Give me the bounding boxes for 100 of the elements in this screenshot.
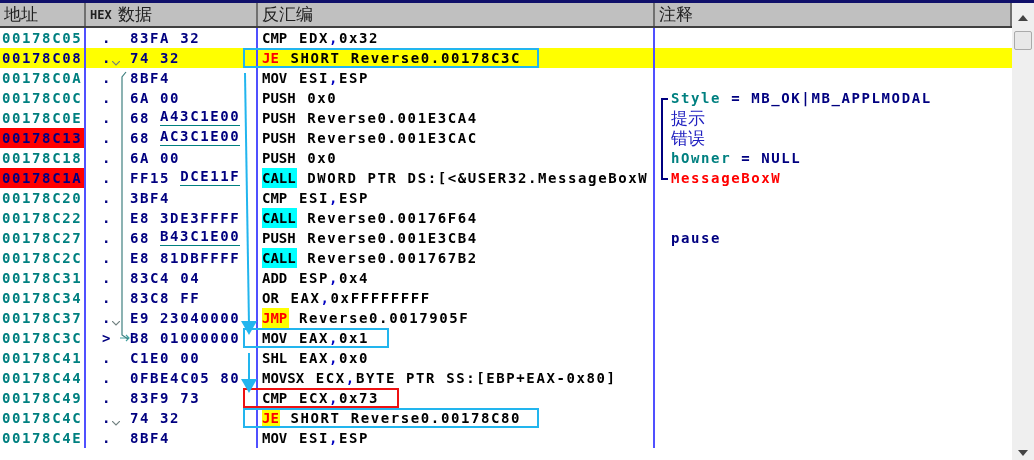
hex-bytes: 6A 00: [130, 149, 181, 168]
mnemonic: JE: [262, 49, 280, 68]
address-cell: 00178C27: [0, 228, 86, 248]
operands: SHORT Reverse0.00178C3C: [290, 49, 522, 68]
hex-bytes: 3BF4: [130, 189, 171, 208]
code-row[interactable]: 00178C49 . 83F9 73 CMP ECX,0x73: [0, 388, 1012, 408]
address-cell: 00178C49: [0, 388, 86, 408]
code-row[interactable]: 00178C4C . 74 32 JE SHORT Reverse0.00178C80: [0, 408, 1012, 428]
operands: Reverse0.001E3CB4: [307, 229, 478, 248]
comment-text: 提示: [671, 108, 705, 128]
jump-marker: .: [86, 408, 130, 428]
hex-bytes: C1E0 00: [130, 349, 201, 368]
code-row[interactable]: 00178C22 . E8 3DE3FFFF CALL Reverse0.00176F64: [0, 208, 1012, 228]
code-row[interactable]: 00178C1A . FF15 DCE11F CALL DWORD PTR DS:[<&USER32.MessageBoxW MessageBoxW: [0, 168, 1012, 188]
mnemonic: PUSH: [262, 129, 297, 148]
jump-marker: >: [86, 328, 130, 348]
comment-text: pause: [671, 229, 722, 248]
hex-bytes: B8 01000000: [130, 329, 241, 348]
column-title[interactable]: 地址: [4, 3, 38, 26]
jump-marker: .: [86, 308, 130, 328]
operands: 0x0: [307, 89, 338, 108]
mnemonic: MOVSX: [262, 369, 306, 388]
mnemonic: PUSH: [262, 149, 297, 168]
hex-bytes: E8 81DBFFFF: [130, 249, 241, 268]
jump-marker: .: [101, 389, 114, 408]
jump-marker: .: [101, 89, 114, 108]
jump-marker: .: [86, 48, 130, 68]
column-title[interactable]: 反汇编: [262, 3, 313, 26]
hex-bytes: E8 3DE3FFFF: [130, 209, 241, 228]
scroll-thumb[interactable]: [1014, 31, 1032, 50]
mnemonic: CMP: [262, 29, 289, 48]
mnemonic: MOV: [262, 329, 289, 348]
hex-bytes: 68: [130, 229, 151, 248]
code-row[interactable]: 00178C13 . 68 AC3C1E00 PUSH Reverse0.001E3CAC 错误: [0, 128, 1012, 148]
code-row[interactable]: 00178C41 . C1E0 00 SHL EAX,0x0: [0, 348, 1012, 368]
address-cell: 00178C44: [0, 368, 86, 388]
address-cell: 00178C20: [0, 188, 86, 208]
operands: ECX,BYTE PTR SS:[EBP+EAX-0x80]: [315, 369, 617, 388]
code-row[interactable]: 00178C3C > B8 01000000 MOV EAX,0x1: [0, 328, 1012, 348]
column-title[interactable]: 数据: [117, 3, 152, 26]
jump-marker: .: [101, 209, 114, 228]
operands: ESI,ESP: [298, 69, 370, 88]
code-row[interactable]: 00178C4E . 8BF4 MOV ESI,ESP: [0, 428, 1012, 448]
scroll-up-icon[interactable]: [1018, 15, 1028, 21]
code-row[interactable]: 00178C0C . 6A 00 PUSH 0x0 Style = MB_OK|MB_APPLMODAL: [0, 88, 1012, 108]
mnemonic: CMP: [262, 389, 289, 408]
hex-bytes: 74 32: [130, 49, 181, 68]
annotation-arrow: [241, 352, 257, 393]
hex-bytes: 83C4 04: [130, 269, 201, 288]
address-cell: 00178C34: [0, 288, 86, 308]
operands: EDX,0x32: [298, 29, 380, 48]
address-cell: 00178C0A: [0, 68, 86, 88]
address-cell: 00178C0C: [0, 88, 86, 108]
address-cell: 00178C22: [0, 208, 86, 228]
operands: SHORT Reverse0.00178C80: [290, 409, 522, 428]
jump-marker: .: [101, 349, 114, 368]
mnemonic: MOV: [262, 69, 289, 88]
hex-reference: DCE11F: [180, 168, 241, 186]
comment-api-name: MessageBoxW: [671, 169, 782, 188]
mnemonic: CALL: [262, 208, 298, 228]
column-title[interactable]: 注释: [659, 3, 693, 26]
address-cell: 00178C1A: [0, 168, 86, 188]
mnemonic: JMP: [262, 308, 289, 328]
hex-bytes: 8BF4: [130, 429, 171, 448]
mnemonic: MOV: [262, 429, 289, 448]
hex-bytes: 0FBE4C05 80: [130, 369, 241, 388]
mnemonic: PUSH: [262, 229, 297, 248]
scroll-down-icon[interactable]: [1018, 450, 1028, 456]
code-row[interactable]: 00178C2C . E8 81DBFFFF CALL Reverse0.001767B2: [0, 248, 1012, 268]
hex-reference: A43C1E00: [160, 108, 241, 126]
address-cell: 00178C37: [0, 308, 86, 328]
comment-text: 错误: [671, 128, 705, 148]
operands: 0x0: [307, 149, 338, 168]
selected-row[interactable]: 00178C08 . 74 32 JE SHORT Reverse0.00178C3C: [0, 48, 1012, 68]
mnemonic: CMP: [262, 189, 289, 208]
code-row[interactable]: 00178C31 . 83C4 04 ADD ESP,0x4: [0, 268, 1012, 288]
operands: Reverse0.001767B2: [307, 249, 478, 268]
mnemonic: OR: [262, 289, 280, 308]
jump-marker: .: [101, 169, 114, 188]
column-title[interactable]: HEX: [90, 7, 112, 22]
hex-bytes: FF15: [130, 169, 171, 188]
address-cell: 00178C31: [0, 268, 86, 288]
scrollbar[interactable]: [1012, 3, 1034, 460]
hex-bytes: 83F9 73: [130, 389, 201, 408]
operands: Reverse0.00176F64: [307, 209, 478, 228]
jump-marker: .: [101, 429, 114, 448]
hex-bytes: 83C8 FF: [130, 289, 201, 308]
comment-param-value: = NULL: [741, 149, 802, 168]
operands: ESP,0x4: [298, 269, 370, 288]
jump-marker: .: [101, 369, 114, 388]
comment-param-name: Style: [671, 89, 722, 108]
jump-marker: .: [101, 269, 114, 288]
operands: Reverse0.001E3CAC: [307, 129, 478, 148]
code-row[interactable]: 00178C0A . 8BF4 MOV ESI,ESP: [0, 68, 1012, 88]
operands: EAX,0xFFFFFFFF: [290, 289, 431, 308]
mnemonic: SHL: [262, 349, 289, 368]
mnemonic: ADD: [262, 269, 289, 288]
jump-marker: .: [101, 249, 114, 268]
address-cell: 00178C08: [0, 48, 86, 68]
jump-marker: .: [101, 289, 114, 308]
